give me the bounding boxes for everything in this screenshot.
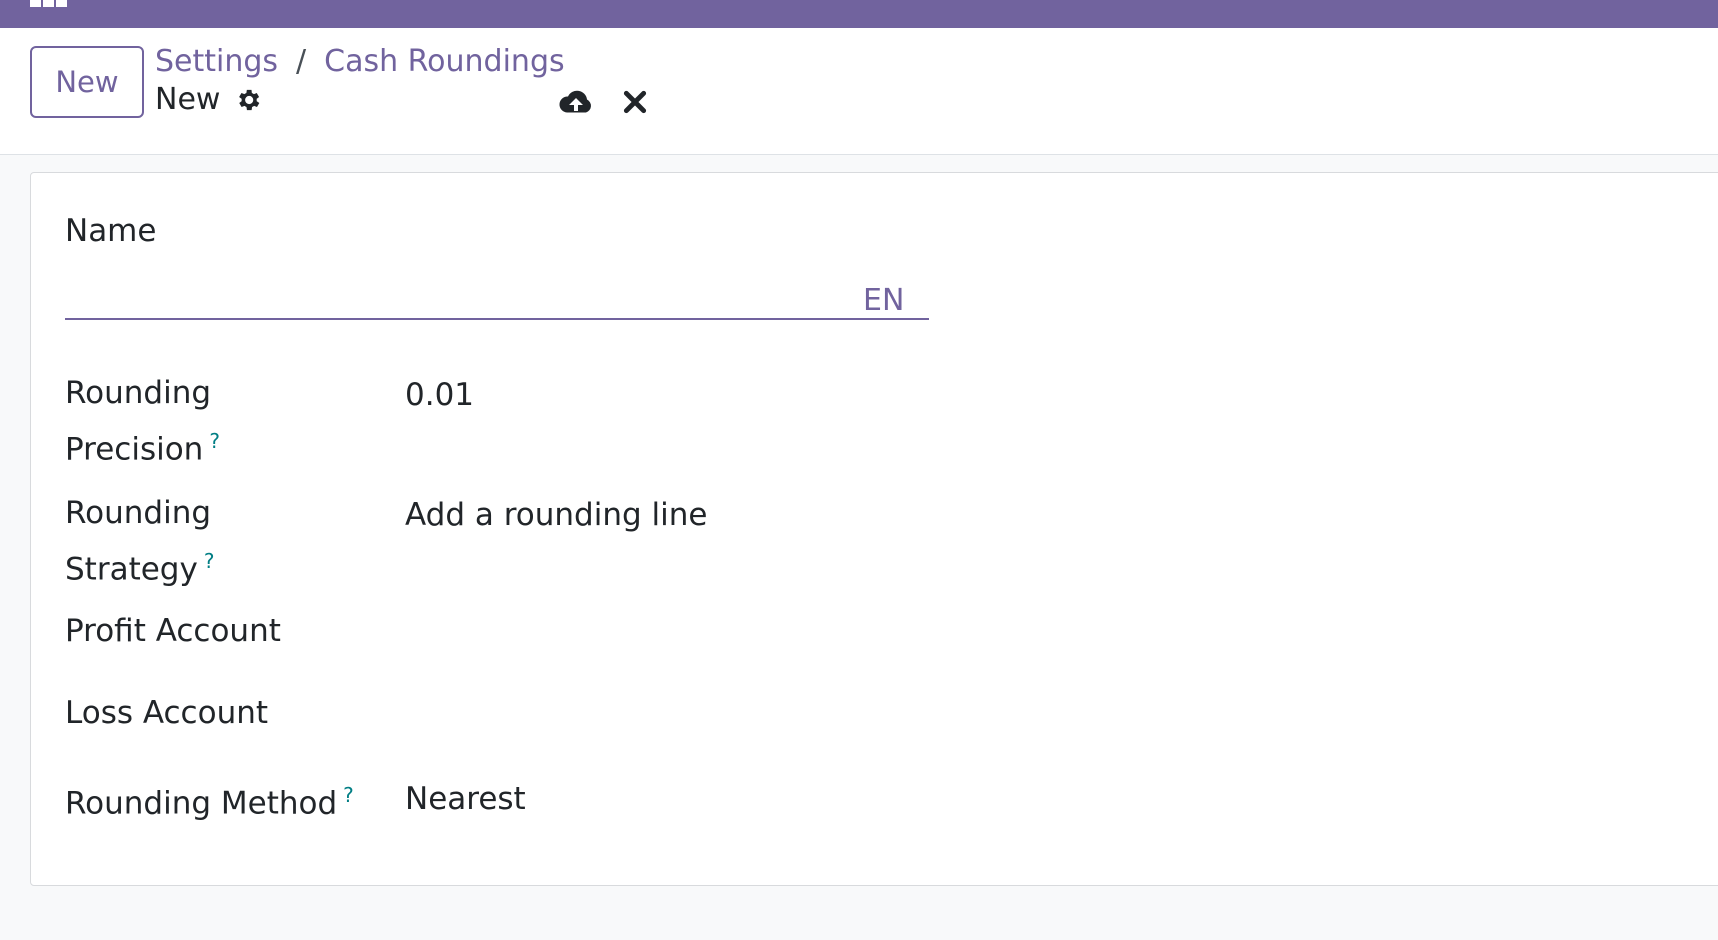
rounding-strategy-label-line1: Rounding xyxy=(65,495,212,531)
name-label: Name xyxy=(65,213,157,249)
close-icon[interactable] xyxy=(622,89,648,115)
rounding-precision-label-line2: Precision xyxy=(65,431,204,468)
record-title-row: New xyxy=(155,82,262,117)
breadcrumb: Settings / Cash Roundings xyxy=(155,44,565,79)
breadcrumb-settings-link[interactable]: Settings xyxy=(155,44,278,79)
rounding-precision-field[interactable]: 0.01 xyxy=(405,371,474,419)
breadcrumb-cash-roundings-link[interactable]: Cash Roundings xyxy=(324,44,564,79)
profit-account-label: Profit Account xyxy=(65,613,281,649)
gear-icon[interactable] xyxy=(234,86,262,114)
rounding-strategy-label-line2: Strategy xyxy=(65,551,198,588)
new-button[interactable]: New xyxy=(30,46,144,118)
rounding-strategy-select[interactable]: Add a rounding line xyxy=(405,491,707,539)
rounding-strategy-help-icon[interactable]: ? xyxy=(204,549,215,573)
rounding-method-select[interactable]: Nearest xyxy=(405,775,526,823)
rounding-precision-label: Rounding Precision? xyxy=(65,369,220,473)
navbar xyxy=(0,0,1718,29)
rounding-method-label: Rounding Method? xyxy=(65,771,354,827)
breadcrumb-separator: / xyxy=(296,44,307,79)
loss-account-field[interactable] xyxy=(405,691,929,735)
name-input[interactable] xyxy=(65,255,929,320)
language-button[interactable]: EN xyxy=(863,283,904,318)
profit-account-field[interactable] xyxy=(405,609,929,653)
rounding-method-help-icon[interactable]: ? xyxy=(343,783,354,807)
apps-grid-icon[interactable] xyxy=(30,0,70,7)
record-title: New xyxy=(155,82,221,117)
control-panel: New Settings / Cash Roundings New xyxy=(0,28,1718,155)
rounding-method-label-text: Rounding Method xyxy=(65,785,338,822)
loss-account-label: Loss Account xyxy=(65,695,269,731)
rounding-precision-label-line1: Rounding xyxy=(65,375,212,411)
form-sheet: Name EN Rounding Precision? 0.01 Roundin… xyxy=(30,172,1718,886)
cloud-upload-icon[interactable] xyxy=(558,86,594,118)
rounding-strategy-label: Rounding Strategy? xyxy=(65,489,214,593)
rounding-precision-help-icon[interactable]: ? xyxy=(209,429,220,453)
